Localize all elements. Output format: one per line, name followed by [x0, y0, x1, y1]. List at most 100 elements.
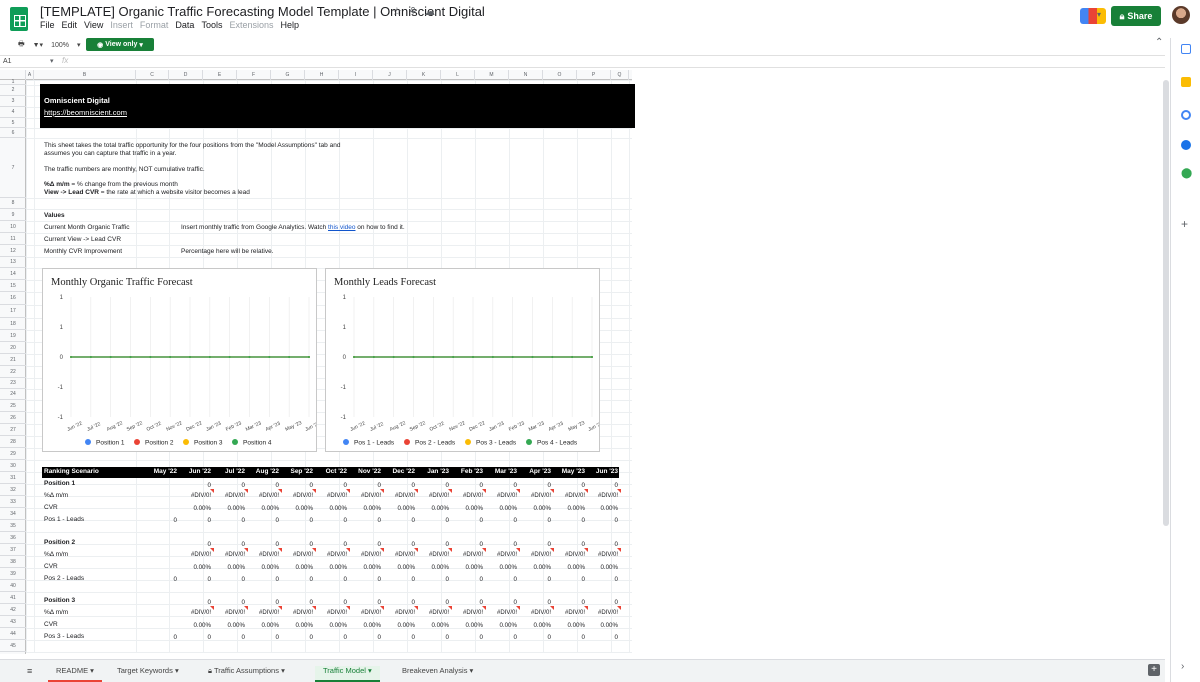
tab-traffic-assumptions[interactable]: 🔒︎ Traffic Assumptions ▾: [208, 666, 285, 676]
row-header-24[interactable]: 24: [0, 389, 26, 400]
print-icon[interactable]: 🖶: [18, 40, 25, 51]
row-header-30[interactable]: 30: [0, 460, 26, 472]
row-header-10[interactable]: 10: [0, 221, 26, 233]
menu-help[interactable]: Help: [280, 20, 299, 30]
column-header-f[interactable]: F: [237, 70, 271, 80]
error-indicator-icon[interactable]: [617, 606, 621, 610]
tab-breakeven-analysis[interactable]: Breakeven Analysis ▾: [402, 666, 473, 675]
column-header-p[interactable]: P: [577, 70, 611, 80]
filter-icon[interactable]: ▼▾: [33, 41, 43, 49]
row-header-36[interactable]: 36: [0, 532, 26, 544]
chevron-down-icon[interactable]: ▾: [1097, 10, 1101, 19]
row-header-13[interactable]: 13: [0, 257, 26, 268]
menu-file[interactable]: File: [40, 20, 55, 30]
document-title[interactable]: [TEMPLATE] Organic Traffic Forecasting M…: [40, 4, 485, 19]
row-header-28[interactable]: 28: [0, 436, 26, 448]
column-header-i[interactable]: I: [339, 70, 373, 80]
column-header-b[interactable]: B: [34, 70, 136, 80]
column-header-h[interactable]: H: [305, 70, 339, 80]
row-header-41[interactable]: 41: [0, 592, 26, 604]
row-header-5[interactable]: 5: [0, 118, 26, 128]
share-button[interactable]: 🔒︎ Share: [1111, 6, 1161, 26]
sheets-logo-icon[interactable]: [10, 7, 28, 31]
row-header-26[interactable]: 26: [0, 412, 26, 424]
name-box[interactable]: A1: [3, 58, 12, 65]
row-header-42[interactable]: 42: [0, 604, 26, 616]
row-header-40[interactable]: 40: [0, 580, 26, 592]
row-header-7[interactable]: 7: [0, 138, 26, 198]
column-header-c[interactable]: C: [136, 70, 169, 80]
zoom-select[interactable]: 100%: [51, 42, 69, 49]
row-header-15[interactable]: 15: [0, 280, 26, 292]
row-header-38[interactable]: 38: [0, 556, 26, 568]
column-header-m[interactable]: M: [475, 70, 509, 80]
column-header-k[interactable]: K: [407, 70, 441, 80]
row-header-18[interactable]: 18: [0, 318, 26, 330]
column-header-g[interactable]: G: [271, 70, 305, 80]
row-header-43[interactable]: 43: [0, 616, 26, 628]
column-header-n[interactable]: N: [509, 70, 543, 80]
row-header-12[interactable]: 12: [0, 245, 26, 257]
row-header-16[interactable]: 16: [0, 292, 26, 305]
company-url-link[interactable]: https://beomniscient.com: [44, 108, 127, 117]
column-header-l[interactable]: L: [441, 70, 475, 80]
all-sheets-icon[interactable]: ≡: [27, 666, 32, 676]
row-header-11[interactable]: 11: [0, 233, 26, 245]
row-header-39[interactable]: 39: [0, 568, 26, 580]
row-header-35[interactable]: 35: [0, 520, 26, 532]
meet-icon[interactable]: [1080, 8, 1106, 24]
row-header-2[interactable]: 2: [0, 85, 26, 96]
traffic-forecast-chart[interactable]: Monthly Organic Traffic Forecast 1 1 0 -1 -1…: [42, 268, 317, 452]
row-header-44[interactable]: 44: [0, 628, 26, 640]
chevron-down-icon[interactable]: ▾: [50, 57, 54, 65]
tasks-icon[interactable]: [1181, 110, 1191, 120]
row-header-37[interactable]: 37: [0, 544, 26, 556]
row-header-19[interactable]: 19: [0, 330, 26, 342]
add-addon-icon[interactable]: +: [1181, 217, 1188, 231]
explore-icon[interactable]: +: [1148, 664, 1160, 676]
error-indicator-icon[interactable]: [617, 548, 621, 552]
menu-insert[interactable]: Insert: [110, 20, 133, 30]
row-header-6[interactable]: 6: [0, 128, 26, 138]
collapse-menus-icon[interactable]: ⌃: [1155, 37, 1163, 48]
row-header-34[interactable]: 34: [0, 508, 26, 520]
menu-edit[interactable]: Edit: [62, 20, 78, 30]
row-header-14[interactable]: 14: [0, 268, 26, 280]
row-header-25[interactable]: 25: [0, 400, 26, 412]
row-header-3[interactable]: 3: [0, 96, 26, 107]
vertical-scrollbar[interactable]: [1163, 80, 1169, 526]
menu-view[interactable]: View: [84, 20, 103, 30]
calendar-icon[interactable]: [1181, 44, 1191, 54]
row-header-4[interactable]: 4: [0, 107, 26, 118]
row-header-23[interactable]: 23: [0, 378, 26, 389]
drive-status-icon[interactable]: ⚘: [408, 5, 418, 18]
row-header-27[interactable]: 27: [0, 424, 26, 436]
row-header-21[interactable]: 21: [0, 354, 26, 366]
menu-data[interactable]: Data: [175, 20, 194, 30]
chevron-right-icon[interactable]: ›: [1181, 661, 1184, 672]
star-icon[interactable]: ☆: [392, 5, 402, 18]
leads-forecast-chart[interactable]: Monthly Leads Forecast 1 1 0 -1 -1 Jun '22 Jul…: [325, 268, 600, 452]
row-header-8[interactable]: 8: [0, 198, 26, 209]
row-header-20[interactable]: 20: [0, 342, 26, 354]
row-header-31[interactable]: 31: [0, 472, 26, 484]
chevron-down-icon[interactable]: ▾: [77, 41, 81, 49]
column-header-a[interactable]: A: [26, 70, 34, 80]
column-header-o[interactable]: O: [543, 70, 577, 80]
avatar[interactable]: [1172, 6, 1190, 24]
menu-extensions[interactable]: Extensions: [229, 20, 273, 30]
menu-format[interactable]: Format: [140, 20, 169, 30]
row-header-9[interactable]: 9: [0, 209, 26, 221]
column-header-d[interactable]: D: [169, 70, 203, 80]
row-header-32[interactable]: 32: [0, 484, 26, 496]
row-header-29[interactable]: 29: [0, 448, 26, 460]
tab-target-keywords[interactable]: Target Keywords ▾: [117, 666, 179, 675]
cloud-saved-icon[interactable]: ☁: [424, 5, 435, 18]
row-header-33[interactable]: 33: [0, 496, 26, 508]
tab-readme[interactable]: README ▾: [48, 666, 102, 682]
row-header-45[interactable]: 45: [0, 640, 26, 652]
tab-traffic-model[interactable]: Traffic Model ▾: [315, 666, 380, 682]
row-header-17[interactable]: 17: [0, 305, 26, 318]
column-header-j[interactable]: J: [373, 70, 407, 80]
error-indicator-icon[interactable]: [617, 489, 621, 493]
